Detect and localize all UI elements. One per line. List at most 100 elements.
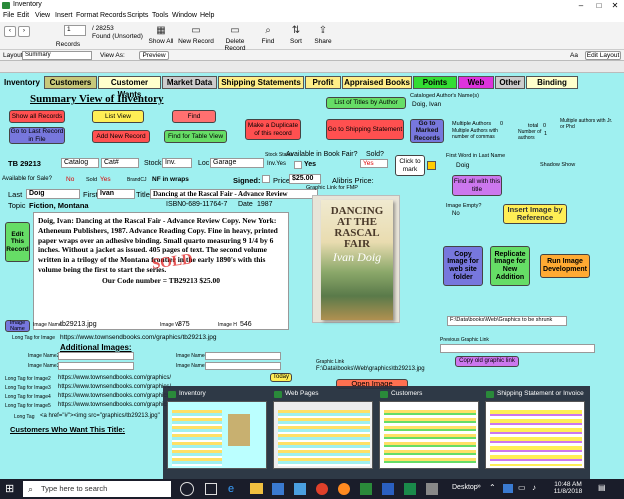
- clock[interactable]: 10:48 AM 11/8/2018: [546, 481, 590, 495]
- copy-old-graphic-link-button[interactable]: Copy old graphic link: [455, 356, 519, 367]
- image-name2-field[interactable]: [58, 352, 134, 360]
- find-all-title-button[interactable]: Find all with this title: [452, 175, 502, 196]
- share-button[interactable]: ⇪ Share: [313, 25, 333, 45]
- notifications-icon[interactable]: ▤: [598, 483, 606, 492]
- image-name5-field[interactable]: [205, 362, 281, 370]
- firefox-icon[interactable]: [338, 483, 350, 495]
- tab-points[interactable]: Points: [413, 76, 457, 89]
- sort-button[interactable]: ⇅ Sort: [286, 25, 306, 45]
- word-icon[interactable]: [382, 483, 394, 495]
- thumbnail-customers[interactable]: Customers: [379, 390, 479, 474]
- web-graphics-path-field[interactable]: F:\Data\books\Web\Graphics to be shrunk: [447, 316, 567, 326]
- tab-shipping-statements[interactable]: Shipping Statements: [218, 76, 304, 89]
- description-field[interactable]: Doig, Ivan: Dancing at the Rascal Fair -…: [33, 212, 289, 330]
- image-name4-field[interactable]: [205, 352, 281, 360]
- bookfair-checkbox[interactable]: [294, 161, 302, 169]
- tray-overflow-icon[interactable]: ⌃: [489, 483, 496, 492]
- record-number-field[interactable]: 1: [64, 25, 86, 36]
- edge-browser-icon[interactable]: e: [228, 483, 240, 495]
- mark-checkbox[interactable]: [427, 161, 436, 170]
- book-cover-image[interactable]: DANCING AT THE RASCAL FAIR Ivan Doig: [312, 195, 400, 323]
- find-button[interactable]: ⌕ Find: [258, 25, 278, 45]
- tab-binding[interactable]: Binding: [526, 76, 578, 89]
- stock-field[interactable]: Inv.: [162, 158, 192, 168]
- desktop-toolbar[interactable]: Desktop: [452, 484, 478, 491]
- tab-inventory[interactable]: Inventory: [2, 76, 42, 89]
- menu-edit[interactable]: Edit: [17, 12, 29, 19]
- tab-web[interactable]: Web: [458, 76, 494, 89]
- signed-checkbox[interactable]: [262, 175, 270, 183]
- menu-tools[interactable]: Tools: [152, 12, 168, 19]
- replicate-image-button[interactable]: Replicate Image for New Addition: [490, 246, 530, 286]
- menu-insert[interactable]: Insert: [55, 12, 73, 19]
- copy-image-web-folder-button[interactable]: Copy Image for web site folder: [443, 246, 483, 286]
- thumbnail-web-pages[interactable]: Web Pages: [273, 390, 373, 474]
- desktop-chevron-icon[interactable]: »: [477, 483, 481, 490]
- aa-button[interactable]: Aa: [570, 52, 578, 59]
- list-titles-author-button[interactable]: List of Titles by Author: [326, 97, 406, 109]
- taskbar-search-box[interactable]: ⌕ Type here to search: [23, 481, 171, 497]
- find-table-view-button[interactable]: Find for Table View: [164, 130, 227, 143]
- prev-record-icon[interactable]: ‹: [4, 26, 16, 37]
- menu-scripts[interactable]: Scripts: [127, 12, 148, 19]
- edit-layout-button[interactable]: Edit Layout: [585, 51, 621, 60]
- network-icon[interactable]: ▭: [518, 483, 526, 492]
- insert-image-reference-button[interactable]: Insert Image by Reference: [503, 204, 567, 224]
- close-icon[interactable]: ✕: [606, 0, 624, 11]
- previous-graphic-link-field[interactable]: [440, 344, 595, 353]
- tab-appraised-books[interactable]: Appraised Books: [342, 76, 412, 89]
- store-icon[interactable]: [272, 483, 284, 495]
- tab-customer-wants[interactable]: Customer Wants: [98, 76, 161, 99]
- tab-customers[interactable]: Customers: [44, 76, 97, 89]
- today-button[interactable]: Today: [270, 373, 292, 382]
- go-marked-records-button[interactable]: Go to Marked Records: [410, 119, 444, 143]
- mail-icon[interactable]: [294, 483, 306, 495]
- app-icon[interactable]: [426, 483, 438, 495]
- catalog-field[interactable]: Catalog: [61, 158, 99, 168]
- title-field[interactable]: Dancing at the Rascal Fair - Advance Rev…: [150, 189, 318, 199]
- next-record-icon[interactable]: ›: [18, 26, 30, 37]
- layout-select[interactable]: Summary: [22, 51, 92, 60]
- tab-other[interactable]: Other: [495, 76, 525, 89]
- menu-help[interactable]: Help: [200, 12, 214, 19]
- tab-profit[interactable]: Profit: [305, 76, 341, 89]
- preview-button[interactable]: Preview: [139, 51, 169, 60]
- new-record-button[interactable]: ▭ New Record: [177, 25, 215, 45]
- chrome-icon[interactable]: [316, 483, 328, 495]
- loc-field[interactable]: Garage: [210, 158, 264, 168]
- minimize-icon[interactable]: –: [572, 0, 590, 11]
- menu-window[interactable]: Window: [172, 12, 197, 19]
- sold-field[interactable]: Yes: [360, 159, 388, 168]
- show-all-button[interactable]: ▦ Show All: [146, 25, 176, 45]
- dropbox-tray-icon[interactable]: [503, 484, 513, 493]
- image-name3-field[interactable]: [58, 362, 134, 370]
- make-duplicate-button[interactable]: Make a Duplicate of this record: [245, 119, 301, 140]
- price-field[interactable]: $25.00: [289, 174, 321, 184]
- tab-market-data[interactable]: Market Data: [162, 76, 217, 89]
- thumbnail-inventory[interactable]: Inventory: [167, 390, 267, 474]
- filemaker-taskbar-icon[interactable]: [360, 483, 372, 495]
- cat-number-field[interactable]: Cat#: [101, 158, 139, 168]
- menu-format[interactable]: Format: [76, 12, 98, 19]
- add-new-record-button[interactable]: Add New Record: [92, 130, 150, 143]
- menu-records[interactable]: Records: [100, 12, 126, 19]
- menu-view[interactable]: View: [35, 12, 50, 19]
- cortana-icon[interactable]: [180, 482, 194, 496]
- windows-start-icon[interactable]: ⊞: [5, 483, 17, 495]
- last-name-field[interactable]: Doig: [26, 189, 80, 199]
- edit-this-record-button[interactable]: Edit This Record: [5, 222, 30, 262]
- image-name-button[interactable]: Image Name: [5, 320, 30, 332]
- excel-icon[interactable]: [404, 483, 416, 495]
- file-explorer-icon[interactable]: [250, 483, 263, 494]
- delete-record-button[interactable]: ▭ Delete Record: [215, 25, 255, 52]
- first-name-field[interactable]: Ivan: [97, 189, 135, 199]
- show-all-records-button[interactable]: Show all Records: [9, 110, 65, 123]
- list-view-button[interactable]: List View: [92, 110, 144, 123]
- volume-icon[interactable]: ♪: [532, 483, 536, 492]
- go-shipping-statement-button[interactable]: Go to Shipping Statement: [326, 119, 404, 140]
- run-image-development-button[interactable]: Run Image Development: [540, 254, 590, 278]
- menu-file[interactable]: File: [3, 12, 14, 19]
- task-view-icon[interactable]: [205, 483, 217, 495]
- find-record-button[interactable]: Find: [172, 110, 216, 123]
- go-last-record-button[interactable]: Go to Last Record in File: [9, 127, 65, 144]
